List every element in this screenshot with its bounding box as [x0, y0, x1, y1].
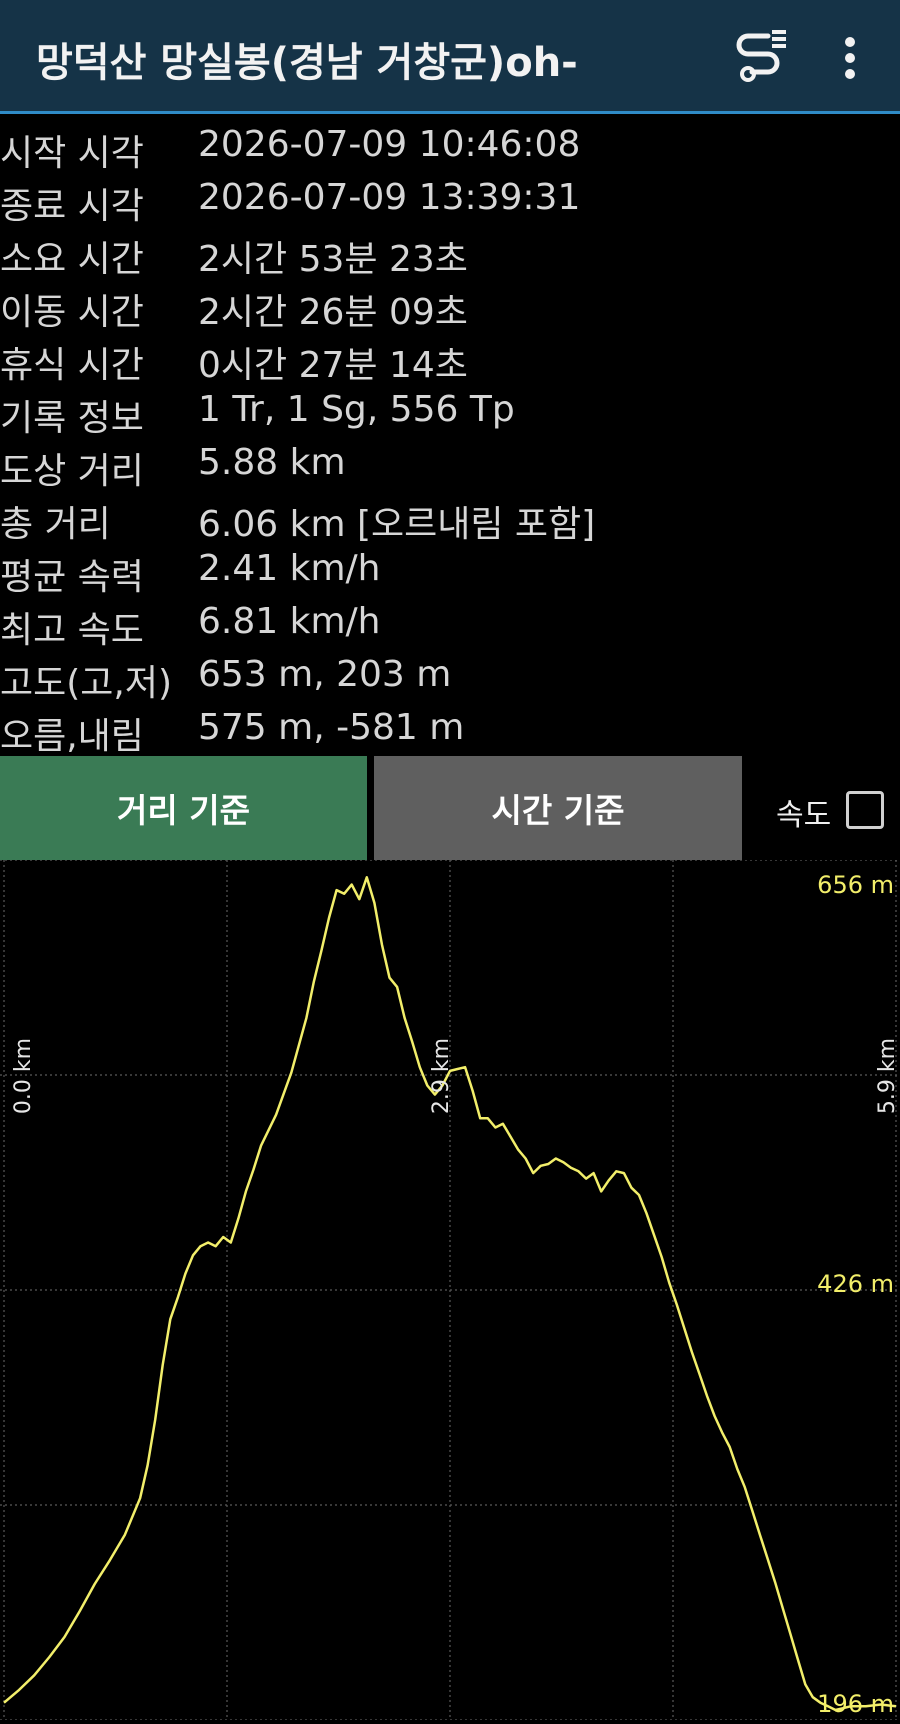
info-row-moving-time: 이동 시간 2시간 26분 09초	[0, 283, 900, 335]
info-label: 최고 속도	[0, 610, 144, 651]
tab-time-basis[interactable]: 시간 기준	[374, 756, 742, 860]
y-tick-label-top: 656 m	[817, 871, 894, 899]
track-title: 망덕산 망실봉(경남 거창군)oh-	[36, 40, 578, 86]
info-value: 2시간 53분 23초	[198, 239, 468, 280]
info-label: 총 거리	[0, 504, 111, 545]
info-row-record-info: 기록 정보 1 Tr, 1 Sg, 556 Tp	[0, 389, 900, 441]
elevation-chart-svg: 656 m 426 m 196 m 0.0 km 2.9 km 5.9 km	[0, 859, 900, 1721]
info-label: 평균 속력	[0, 557, 144, 598]
info-label: 고도(고,저)	[0, 663, 173, 704]
info-value: 0시간 27분 14초	[198, 345, 468, 386]
tab-distance-basis[interactable]: 거리 기준	[0, 756, 367, 860]
info-label: 시작 시각	[0, 133, 144, 174]
info-row-map-distance: 도상 거리 5.88 km	[0, 442, 900, 494]
info-label: 종료 시각	[0, 186, 144, 227]
info-value: 1 Tr, 1 Sg, 556 Tp	[198, 389, 515, 430]
info-label: 이동 시간	[0, 292, 144, 333]
info-row-end-time: 종료 시각 2026-07-09 13:39:31	[0, 177, 900, 229]
info-value: 6.06 km [오르내림 포함]	[198, 504, 596, 545]
more-vert-icon[interactable]	[830, 30, 870, 86]
info-label: 휴식 시간	[0, 345, 144, 386]
info-value: 5.88 km	[198, 442, 346, 483]
y-tick-label-bottom: 196 m	[817, 1690, 894, 1718]
info-label: 기록 정보	[0, 398, 144, 439]
x-tick-label-start: 0.0 km	[11, 1038, 36, 1114]
info-value: 653 m, 203 m	[198, 654, 452, 695]
info-label: 도상 거리	[0, 451, 144, 492]
info-row-max-speed: 최고 속도 6.81 km/h	[0, 601, 900, 653]
info-value: 2시간 26분 09초	[198, 292, 468, 333]
info-row-average-speed: 평균 속력 2.41 km/h	[0, 548, 900, 600]
info-label: 오름,내림	[0, 716, 144, 757]
info-row-ascent-descent: 오름,내림 575 m, -581 m	[0, 707, 900, 759]
speed-toggle-label: 속도	[776, 798, 832, 833]
info-row-elapsed-time: 소요 시간 2시간 53분 23초	[0, 230, 900, 282]
x-tick-label-end: 5.9 km	[875, 1038, 900, 1114]
info-row-start-time: 시작 시각 2026-07-09 10:46:08	[0, 124, 900, 176]
y-tick-label-mid: 426 m	[817, 1270, 894, 1298]
info-label: 소요 시간	[0, 239, 144, 280]
info-row-total-distance: 총 거리 6.06 km [오르내림 포함]	[0, 495, 900, 547]
speed-checkbox[interactable]	[846, 791, 884, 829]
x-tick-label-mid: 2.9 km	[429, 1038, 454, 1114]
info-value: 575 m, -581 m	[198, 707, 465, 748]
info-value: 2026-07-09 10:46:08	[198, 124, 581, 165]
app-bar: 망덕산 망실봉(경남 거창군)oh-	[0, 0, 900, 114]
info-value: 6.81 km/h	[198, 601, 381, 642]
info-row-altitude: 고도(고,저) 653 m, 203 m	[0, 654, 900, 706]
info-value: 2.41 km/h	[198, 548, 381, 589]
elevation-chart: 656 m 426 m 196 m 0.0 km 2.9 km 5.9 km	[0, 859, 900, 1721]
route-icon[interactable]	[734, 26, 790, 86]
info-value: 2026-07-09 13:39:31	[198, 177, 581, 218]
info-row-rest-time: 휴식 시간 0시간 27분 14초	[0, 336, 900, 388]
